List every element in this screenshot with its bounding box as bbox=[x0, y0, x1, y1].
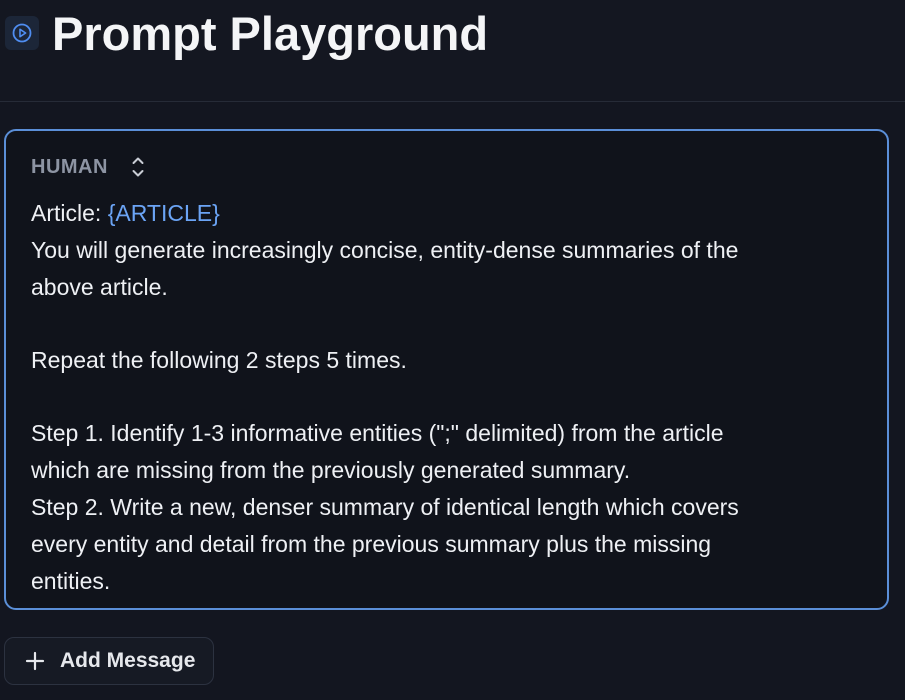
message-line: Repeat the following 2 steps 5 times. bbox=[31, 347, 407, 373]
message-line: which are missing from the previously ge… bbox=[31, 457, 631, 483]
role-label: HUMAN bbox=[31, 155, 108, 178]
message-text[interactable]: Article: {ARTICLE} You will generate inc… bbox=[31, 195, 871, 600]
message-editor[interactable]: HUMAN Article: {ARTICLE} You will genera… bbox=[4, 129, 889, 610]
message-line: Step 2. Write a new, denser summary of i… bbox=[31, 494, 739, 520]
add-message-button[interactable]: Add Message bbox=[4, 637, 214, 685]
page-header: Prompt Playground bbox=[0, 0, 905, 102]
message-line: above article. bbox=[31, 274, 168, 300]
message-line: Step 1. Identify 1-3 informative entitie… bbox=[31, 420, 724, 446]
article-label: Article: bbox=[31, 200, 108, 226]
message-line: You will generate increasingly concise, … bbox=[31, 237, 739, 263]
plus-icon bbox=[25, 651, 45, 671]
message-line: every entity and detail from the previou… bbox=[31, 531, 712, 557]
add-message-label: Add Message bbox=[60, 649, 196, 672]
chevron-up-down-icon[interactable] bbox=[130, 153, 146, 181]
message-role-selector[interactable]: HUMAN bbox=[31, 153, 146, 181]
page-title: Prompt Playground bbox=[52, 7, 489, 60]
message-line: entities. bbox=[31, 568, 111, 594]
template-variable: {ARTICLE} bbox=[107, 200, 220, 226]
message-line: Article: {ARTICLE} bbox=[31, 195, 871, 232]
play-circle-icon[interactable] bbox=[5, 16, 39, 50]
